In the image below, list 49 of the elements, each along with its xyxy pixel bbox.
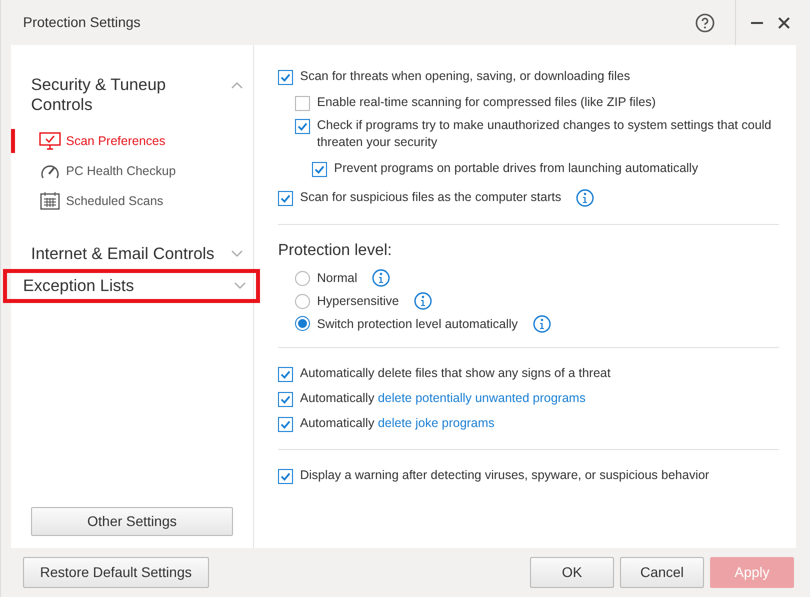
nav-item[interactable]: Scheduled Scans (11, 189, 253, 213)
checkbox[interactable] (278, 392, 293, 408)
dialog-button[interactable]: Restore Default Settings (23, 557, 209, 588)
nav-item[interactable]: PC Health Checkup (11, 159, 253, 183)
option-label: Automatically delete files that show any signs of a threat (300, 365, 611, 382)
radio-button[interactable] (295, 316, 310, 332)
group-header[interactable]: Internet & Email Controls (31, 244, 231, 264)
nav-item[interactable]: Scan Preferences (11, 129, 253, 153)
option-label: Prevent programs on portable drives from launching automatically (334, 160, 698, 177)
option-link[interactable]: delete potentially unwanted programs (378, 391, 586, 406)
info-icon[interactable] (372, 269, 390, 288)
option-label: Normal (317, 270, 358, 287)
window-title: Protection Settings (23, 13, 142, 32)
checkbox[interactable] (278, 367, 293, 382)
checkbox[interactable] (278, 469, 293, 484)
option-label: Check if programs try to make unauthorized changes to system settings that could threaten your security (317, 117, 772, 151)
calendar-icon (39, 192, 61, 210)
group-header[interactable]: Security & Tuneup Controls (31, 75, 231, 115)
monitor-icon (39, 132, 61, 150)
help-icon[interactable] (695, 12, 715, 32)
option-label: Enable real-time scanning for compressed files (like ZIP files) (317, 94, 656, 111)
option-label: Scan for suspicious files as the computer starts (300, 189, 562, 206)
checkbox[interactable] (278, 417, 293, 432)
chevron-up-icon[interactable] (231, 81, 243, 89)
radio-button[interactable] (295, 270, 310, 286)
option-label: Switch protection level automatically (317, 316, 518, 333)
option-label: Scan for threats when opening, saving, or downloading files (300, 68, 630, 85)
info-icon[interactable] (576, 189, 594, 207)
dialog-button[interactable]: OK (530, 557, 614, 588)
close-icon[interactable] (778, 16, 790, 28)
info-icon[interactable] (414, 292, 432, 310)
option-label: Display a warning after detecting viruses, spyware, or suspicious behavior (300, 467, 710, 484)
checkbox[interactable] (312, 162, 327, 177)
dialog-button[interactable]: Cancel (620, 557, 704, 588)
chevron-down-icon[interactable] (234, 282, 246, 290)
checkbox[interactable] (278, 70, 293, 85)
option-label: Automatically delete potentially unwanted programs (300, 390, 586, 408)
option-label: Automatically delete joke programs (300, 415, 495, 432)
other-settings-button[interactable]: Other Settings (31, 507, 233, 536)
radio-button[interactable] (295, 294, 310, 309)
option-label: Hypersensitive (317, 292, 399, 310)
section-heading: Protection level: (278, 241, 393, 261)
group-header[interactable]: Exception Lists (23, 276, 234, 296)
info-icon[interactable] (532, 314, 551, 333)
checkbox[interactable] (295, 96, 310, 111)
checkbox[interactable] (278, 191, 293, 206)
checkbox[interactable] (295, 119, 310, 134)
option-link[interactable]: delete joke programs (378, 416, 495, 430)
chevron-down-icon[interactable] (231, 250, 243, 258)
